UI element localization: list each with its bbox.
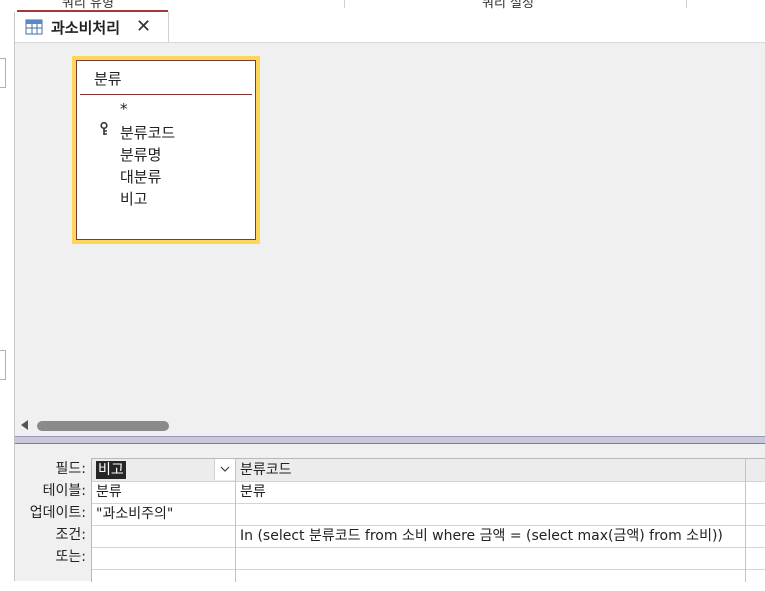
ribbon-separator (344, 0, 345, 8)
grid-cell-table[interactable]: 분류 (92, 481, 235, 504)
grid-cell-field[interactable]: 분류코드 (236, 459, 745, 482)
chevron-down-icon (220, 466, 230, 472)
row-label-table: 테이블: (42, 483, 86, 499)
grid-column: 비고 분류 "과소비주의" (92, 459, 236, 582)
nav-pane-handle[interactable] (0, 58, 6, 88)
row-label-or: 또는: (55, 549, 86, 565)
grid-cell-or[interactable] (746, 547, 765, 570)
grid-column (746, 459, 765, 582)
grid-cell-criteria[interactable] (746, 525, 765, 548)
horizontal-scrollbar[interactable] (15, 414, 765, 436)
ribbon-group-query-setup-label: 쿼리 설정 (482, 0, 534, 11)
nav-pane-handle[interactable] (0, 350, 6, 380)
navigation-pane-edge[interactable] (0, 12, 15, 581)
grid-cell-empty[interactable] (92, 569, 235, 591)
row-label-field: 필드: (55, 461, 86, 477)
grid-cell-or[interactable] (236, 547, 745, 570)
grid-cell-update[interactable] (236, 503, 745, 526)
grid-cell-criteria[interactable]: In (select 분류코드 from 소비 where 금액 = (sele… (236, 525, 745, 548)
field-list-item[interactable]: 분류코드 (120, 122, 175, 143)
row-label-update: 업데이트: (29, 505, 86, 521)
table-title-divider (80, 94, 252, 95)
grid-row-labels: 필드: 테이블: 업데이트: 조건: 또는: (15, 458, 86, 568)
document-tab-row: 과소비처리 ✕ (15, 12, 765, 42)
field-list-item[interactable]: 분류명 (120, 144, 161, 165)
table-field-list[interactable]: 분류 * 분류코드 분류명 대분류 비고 (72, 56, 260, 244)
close-icon[interactable]: ✕ (136, 18, 151, 36)
scroll-left-arrow-icon[interactable] (21, 420, 28, 430)
grid-column: 분류코드 분류 In (select 분류코드 from 소비 where 금액… (236, 459, 746, 582)
query-design-grid-pane: 필드: 테이블: 업데이트: 조건: 또는: 비고 분류 "과소비주의" 분류코… (15, 444, 765, 582)
grid-cell-table[interactable] (746, 481, 765, 504)
query-design-upper-pane[interactable]: 분류 * 분류코드 분류명 대분류 비고 (15, 42, 765, 415)
table-field-list-title[interactable]: 분류 (94, 68, 122, 89)
ribbon-separator (686, 0, 687, 8)
selected-field-text[interactable]: 비고 (96, 461, 126, 479)
tab-title: 과소비처리 (51, 18, 121, 37)
field-dropdown[interactable] (214, 459, 235, 480)
grid-cell-update[interactable]: "과소비주의" (92, 503, 235, 526)
tab-query-design[interactable]: 과소비처리 ✕ (17, 12, 169, 42)
design-grid: 비고 분류 "과소비주의" 분류코드 분류 In (select 분류코드 fr… (91, 458, 765, 582)
field-list-item-all[interactable]: * (120, 100, 128, 118)
field-list-item[interactable]: 대분류 (120, 166, 161, 187)
scrollbar-thumb[interactable] (37, 421, 169, 431)
field-list-item[interactable]: 비고 (120, 188, 148, 209)
grid-cell-criteria[interactable] (92, 525, 235, 548)
grid-cell-field[interactable]: 비고 (92, 459, 235, 482)
grid-cell-field[interactable] (746, 459, 765, 482)
primary-key-icon (100, 122, 108, 135)
grid-cell-empty[interactable] (236, 569, 745, 591)
grid-cell-or[interactable] (92, 547, 235, 570)
grid-cell-table[interactable]: 분류 (236, 481, 745, 504)
row-label-criteria: 조건: (55, 527, 86, 543)
query-design-icon (25, 19, 43, 35)
grid-cell-update[interactable] (746, 503, 765, 526)
